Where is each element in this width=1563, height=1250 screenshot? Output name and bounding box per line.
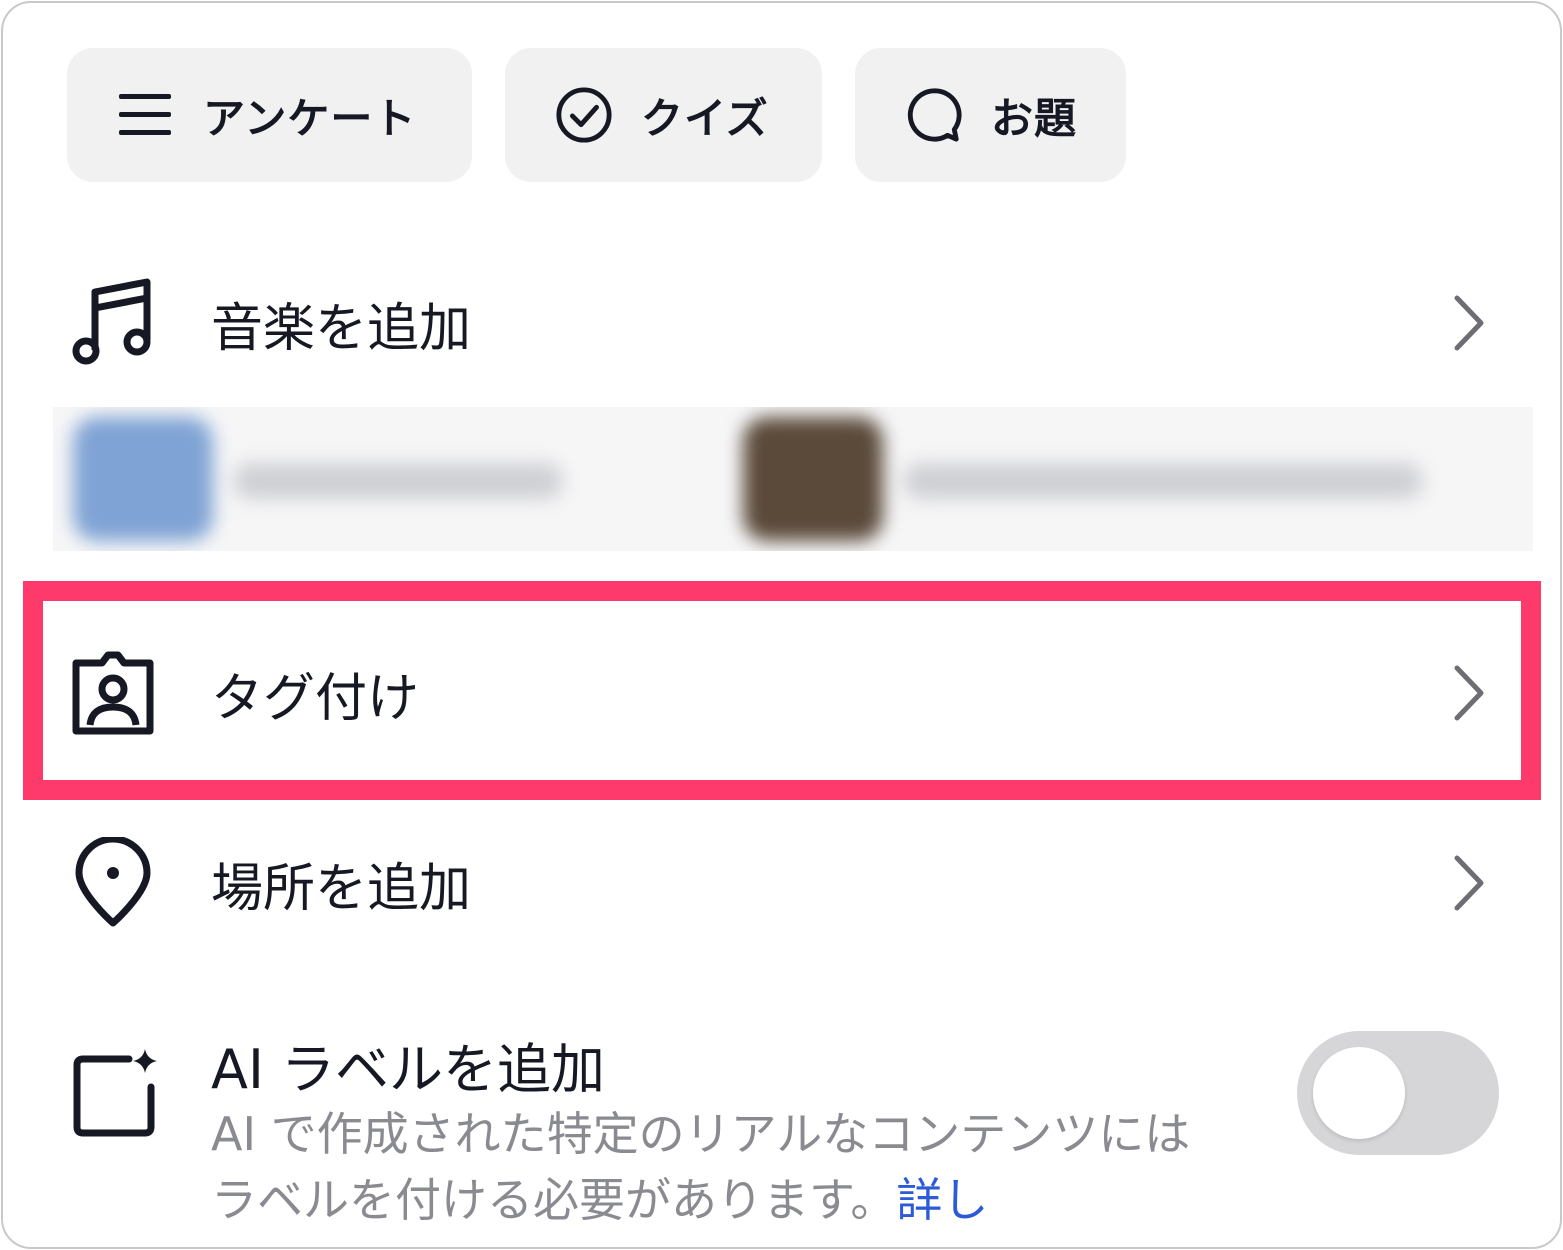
survey-chip-label: アンケート: [203, 93, 417, 143]
suggestion-name: [903, 463, 1423, 499]
ai-label-title: AI ラベルを追加: [211, 1038, 606, 1101]
topic-chip[interactable]: お題: [855, 48, 1126, 182]
avatar: [73, 417, 213, 541]
music-note-icon: [65, 275, 161, 371]
add-music-label: 音楽を追加: [211, 298, 472, 359]
learn-more-link[interactable]: 詳し: [896, 1173, 988, 1227]
add-location-row[interactable]: 場所を追加: [3, 833, 1560, 933]
speech-bubble-icon: [905, 86, 963, 144]
toggle-knob: [1313, 1047, 1405, 1139]
highlight-box: [23, 581, 1541, 800]
list-icon: [117, 86, 175, 144]
quiz-chip[interactable]: クイズ: [505, 48, 822, 182]
mention-suggestions: [53, 407, 1533, 551]
avatar: [743, 417, 883, 541]
quiz-chip-label: クイズ: [641, 93, 769, 143]
panel-frame: アンケート クイズ お題 音楽を追加 タグ付け 場所を追加 AI ラベルを追加 …: [1, 1, 1562, 1249]
chevron-right-icon: [1443, 851, 1495, 915]
check-circle-icon: [555, 86, 613, 144]
suggestion-item[interactable]: [723, 407, 1533, 551]
topic-chip-label: お題: [991, 93, 1078, 143]
add-music-row[interactable]: 音楽を追加: [3, 273, 1560, 373]
add-location-label: 場所を追加: [211, 858, 472, 919]
chevron-right-icon: [1443, 291, 1495, 355]
ai-label-toggle[interactable]: [1297, 1031, 1499, 1155]
sparkle-frame-icon: [65, 1043, 165, 1143]
ai-label-description: AI で作成された特定のリアルなコンテンツにはラベルを付ける必要があります。詳し: [211, 1101, 1211, 1233]
ai-label-description-text: AI で作成された特定のリアルなコンテンツにはラベルを付ける必要があります。: [211, 1107, 1191, 1227]
survey-chip[interactable]: アンケート: [67, 48, 472, 182]
suggestion-name: [233, 463, 563, 499]
suggestion-item[interactable]: [53, 407, 693, 551]
location-pin-icon: [65, 835, 161, 931]
